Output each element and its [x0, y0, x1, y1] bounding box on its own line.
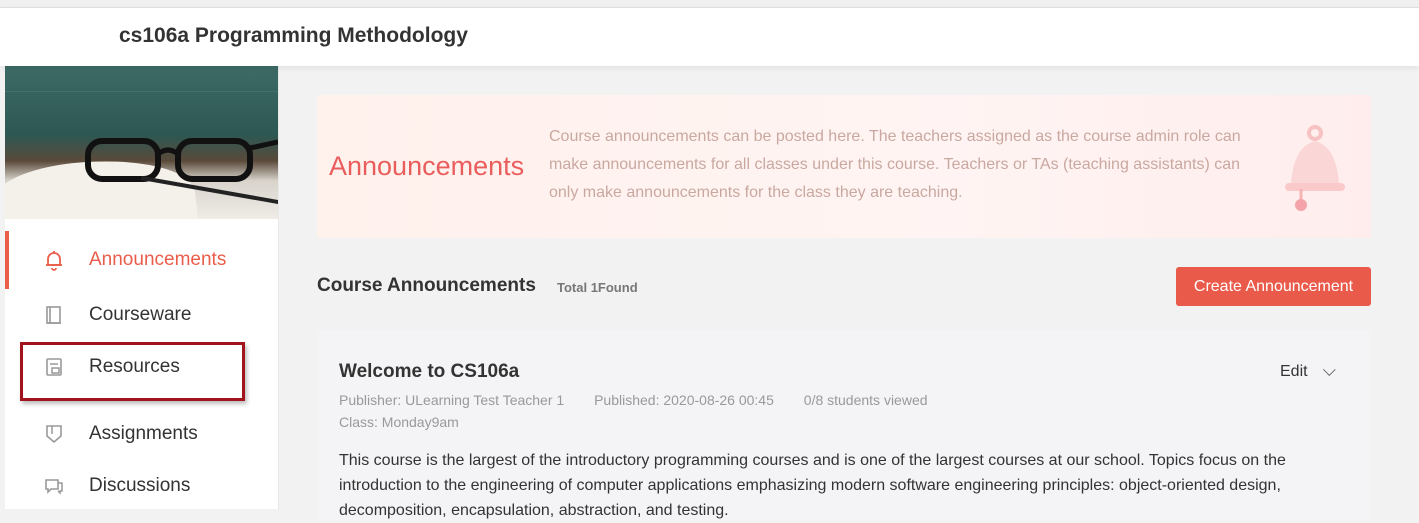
- section-header: Course Announcements Total 1Found: [317, 275, 638, 297]
- create-announcement-button[interactable]: Create Announcement: [1176, 267, 1371, 306]
- bell-icon: [43, 249, 65, 271]
- announcement-card: Welcome to CS106a Edit Publisher: ULearn…: [317, 330, 1371, 520]
- published-date: Published: 2020-08-26 00:45: [594, 392, 774, 408]
- chat-icon: [43, 475, 65, 497]
- book-icon: [43, 304, 65, 326]
- glasses-icon: [85, 138, 278, 182]
- chevron-down-icon: [1322, 362, 1336, 376]
- total-count: Total 1Found: [557, 280, 638, 295]
- sidebar-item-resources[interactable]: Resources: [5, 341, 278, 393]
- sidebar-nav: Announcements Courseware Resources Assig…: [5, 231, 278, 512]
- announcement-title: Welcome to CS106a: [339, 361, 520, 382]
- sidebar-item-discussions[interactable]: Discussions: [5, 460, 278, 512]
- announcement-meta: Publisher: ULearning Test Teacher 1 Publ…: [339, 392, 954, 408]
- bell-illustration-icon: [1285, 125, 1345, 211]
- announcements-banner: Announcements Course announcements can b…: [317, 95, 1371, 238]
- banner-description: Course announcements can be posted here.…: [549, 128, 1241, 201]
- banner-title: Announcements: [329, 151, 525, 181]
- sidebar-item-label: Courseware: [89, 304, 192, 325]
- sidebar: Announcements Courseware Resources Assig…: [5, 66, 279, 509]
- sidebar-item-label: Discussions: [89, 475, 191, 496]
- viewed-count: 0/8 students viewed: [803, 392, 928, 408]
- sidebar-item-label: Assignments: [89, 423, 198, 444]
- sidebar-item-label: Announcements: [89, 249, 227, 270]
- sidebar-item-label: Resources: [89, 356, 180, 377]
- edit-dropdown[interactable]: Edit: [1280, 362, 1336, 381]
- resources-icon: [43, 356, 65, 378]
- edit-label: Edit: [1280, 363, 1308, 380]
- course-title: cs106a Programming Methodology: [119, 24, 468, 47]
- announcement-body: This course is the largest of the introd…: [339, 452, 1286, 519]
- publisher: Publisher: ULearning Test Teacher 1: [339, 392, 565, 408]
- sidebar-item-announcements[interactable]: Announcements: [5, 231, 278, 289]
- browser-top-strip: [0, 0, 1419, 8]
- sidebar-item-courseware[interactable]: Courseware: [5, 289, 278, 341]
- section-title: Course Announcements: [317, 275, 536, 296]
- course-cover-image: [5, 66, 278, 219]
- sidebar-item-assignments[interactable]: Assignments: [5, 408, 278, 460]
- chalkboard-line: [5, 91, 278, 92]
- shield-icon: [43, 423, 65, 445]
- top-header: cs106a Programming Methodology: [0, 8, 1419, 66]
- class-name: Class: Monday9am: [339, 414, 459, 430]
